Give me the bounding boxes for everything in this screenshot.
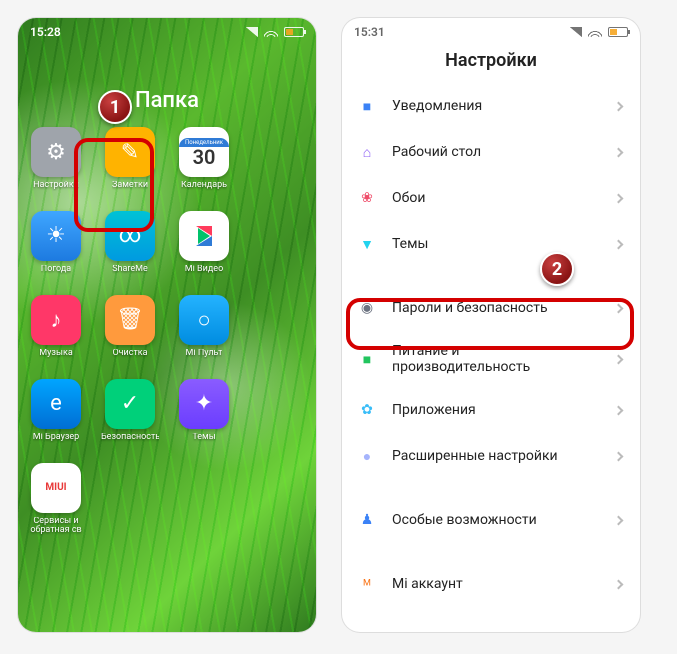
app-shareme[interactable]: ∞ ShareMe bbox=[101, 211, 159, 275]
browser-icon: e bbox=[31, 379, 81, 429]
chevron-right-icon bbox=[614, 451, 624, 461]
wifi-icon bbox=[264, 27, 278, 37]
row-label: Особые возможности bbox=[392, 512, 601, 528]
settings-list: ■ Уведомления ⌂ Рабочий стол ❀ Обои ▼ Те… bbox=[342, 83, 640, 607]
row-wallpaper[interactable]: ❀ Обои bbox=[342, 175, 640, 221]
row-home[interactable]: ⌂ Рабочий стол bbox=[342, 129, 640, 175]
flower-icon: ❀ bbox=[356, 187, 378, 209]
clock: 15:31 bbox=[354, 25, 385, 39]
app-label: Очистка bbox=[112, 349, 147, 359]
row-passwords-security[interactable]: ◉ Пароли и безопасность bbox=[342, 285, 640, 331]
signal-icon bbox=[246, 27, 258, 37]
remote-icon: ○ bbox=[179, 295, 229, 345]
step-badge-1: 1 bbox=[98, 90, 132, 124]
chevron-right-icon bbox=[614, 515, 624, 525]
row-notifications[interactable]: ■ Уведомления bbox=[342, 83, 640, 129]
app-calendar[interactable]: Понедельник 30 Календарь bbox=[175, 127, 233, 191]
pencil-icon: ✎ bbox=[105, 127, 155, 177]
app-mi-video[interactable]: Mi Видео bbox=[175, 211, 233, 275]
notifications-icon: ■ bbox=[356, 95, 378, 117]
chevron-right-icon bbox=[614, 303, 624, 313]
app-grid: ⚙ Настройки ✎ Заметки Понедельник 30 Кал… bbox=[18, 113, 316, 550]
row-themes[interactable]: ▼ Темы bbox=[342, 221, 640, 267]
home-icon: ⌂ bbox=[356, 141, 378, 163]
row-accessibility[interactable]: ♟ Особые возможности bbox=[342, 497, 640, 543]
signal-icon bbox=[570, 27, 582, 37]
mi-logo-icon: ᴹ bbox=[356, 573, 378, 595]
row-label: Рабочий стол bbox=[392, 144, 601, 160]
row-label: Mi аккаунт bbox=[392, 576, 601, 592]
brush-icon: ▼ bbox=[356, 233, 378, 255]
fingerprint-icon: ◉ bbox=[356, 297, 378, 319]
app-label: Заметки bbox=[112, 181, 148, 191]
app-label: Настройки bbox=[33, 181, 79, 191]
app-label: Mi Браузер bbox=[33, 433, 80, 443]
accessibility-icon: ♟ bbox=[356, 509, 378, 531]
sparkle-icon: ✦ bbox=[179, 379, 229, 429]
battery-icon bbox=[608, 27, 628, 37]
chevron-right-icon bbox=[614, 193, 624, 203]
chevron-right-icon bbox=[614, 354, 624, 364]
app-label: Безопасность bbox=[101, 433, 159, 443]
row-label: Питание и производительность bbox=[392, 343, 601, 375]
trash-icon: 🗑 bbox=[105, 295, 155, 345]
step-badge-2: 2 bbox=[540, 252, 574, 286]
sun-icon: ☀ bbox=[31, 211, 81, 261]
chevron-right-icon bbox=[614, 405, 624, 415]
clock: 15:28 bbox=[30, 25, 61, 39]
battery-row-icon: ■ bbox=[356, 348, 378, 370]
app-cleaner[interactable]: 🗑 Очистка bbox=[101, 295, 159, 359]
folder-title: Папка bbox=[18, 88, 316, 113]
row-mi-account[interactable]: ᴹ Mi аккаунт bbox=[342, 561, 640, 607]
row-label: Пароли и безопасность bbox=[392, 300, 601, 316]
chevron-right-icon bbox=[614, 101, 624, 111]
app-mi-remote[interactable]: ○ Mi Пульт bbox=[175, 295, 233, 359]
app-label: Музыка bbox=[39, 349, 72, 359]
phone-homescreen: 15:28 Папка ⚙ Настройки ✎ Заметки Понеде… bbox=[18, 18, 316, 632]
phone-settings: 15:31 Настройки ■ Уведомления ⌂ Рабочий … bbox=[342, 18, 640, 632]
row-label: Обои bbox=[392, 190, 601, 206]
app-label: Календарь bbox=[181, 181, 227, 191]
app-weather[interactable]: ☀ Погода bbox=[27, 211, 85, 275]
shield-icon: ✓ bbox=[105, 379, 155, 429]
row-apps[interactable]: ✿ Приложения bbox=[342, 387, 640, 433]
app-music[interactable]: ♪ Музыка bbox=[27, 295, 85, 359]
app-label: Mi Видео bbox=[185, 265, 223, 275]
app-settings[interactable]: ⚙ Настройки bbox=[27, 127, 85, 191]
apps-icon: ✿ bbox=[356, 399, 378, 421]
page-title: Настройки bbox=[342, 42, 640, 83]
app-label: Погода bbox=[41, 265, 71, 275]
wifi-icon bbox=[588, 27, 602, 37]
gear-icon: ⚙ bbox=[31, 127, 81, 177]
row-label: Приложения bbox=[392, 402, 601, 418]
chevron-right-icon bbox=[614, 579, 624, 589]
play-icon bbox=[179, 211, 229, 261]
battery-icon bbox=[284, 27, 304, 37]
dots-icon: ● bbox=[356, 445, 378, 467]
app-notes[interactable]: ✎ Заметки bbox=[101, 127, 159, 191]
row-battery[interactable]: ■ Питание и производительность bbox=[342, 331, 640, 387]
app-label: ShareMe bbox=[112, 265, 148, 275]
calendar-icon: Понедельник 30 bbox=[179, 127, 229, 177]
app-themes[interactable]: ✦ Темы bbox=[175, 379, 233, 443]
app-mi-browser[interactable]: e Mi Браузер bbox=[27, 379, 85, 443]
app-label: Сервисы и обратная св bbox=[27, 517, 85, 537]
app-label: Темы bbox=[192, 433, 215, 443]
app-security[interactable]: ✓ Безопасность bbox=[101, 379, 159, 443]
row-label: Уведомления bbox=[392, 98, 601, 114]
row-label: Расширенные настройки bbox=[392, 448, 601, 464]
app-label: Mi Пульт bbox=[186, 349, 223, 359]
row-advanced[interactable]: ● Расширенные настройки bbox=[342, 433, 640, 479]
statusbar: 15:28 bbox=[18, 18, 316, 42]
statusbar: 15:31 bbox=[342, 18, 640, 42]
chevron-right-icon bbox=[614, 147, 624, 157]
music-note-icon: ♪ bbox=[31, 295, 81, 345]
miui-icon: MIUI bbox=[31, 463, 81, 513]
infinity-icon: ∞ bbox=[105, 211, 155, 261]
row-label: Темы bbox=[392, 236, 601, 252]
chevron-right-icon bbox=[614, 239, 624, 249]
app-services[interactable]: MIUI Сервисы и обратная св bbox=[27, 463, 85, 537]
